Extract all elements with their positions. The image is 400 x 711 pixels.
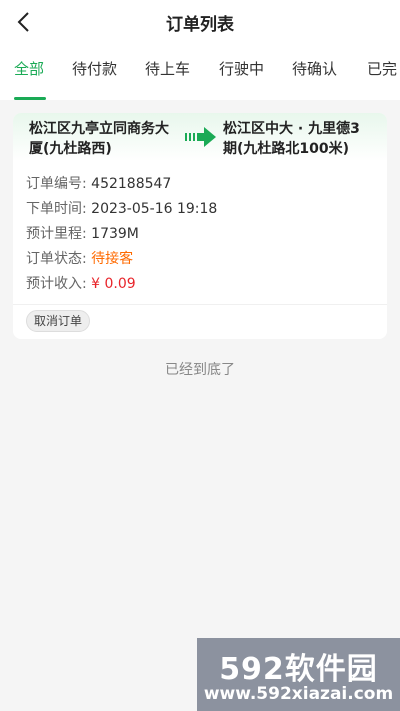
status-row: 订单状态: 待接客 (26, 250, 133, 268)
route-arrow-icon (185, 127, 216, 147)
list-end-text: 已经到底了 (165, 362, 235, 378)
site-watermark: 592软件园 www.592xiazai.com (197, 638, 400, 711)
top-bar: 订单列表 全部 待付款 待上车 行驶中 待确认 已完 (0, 0, 400, 100)
dropoff-location: 松江区中大 · 九里德3期(九杜路北100米) (223, 121, 360, 157)
order-time-value: 2023-05-16 19:18 (91, 201, 218, 217)
watermark-logo: 592软件园 (219, 652, 378, 687)
order-number-label: 订单编号: (26, 176, 87, 192)
distance-value: 1739M (91, 226, 139, 242)
distance-label: 预计里程: (26, 226, 87, 242)
tab-bar: 全部 待付款 待上车 行驶中 待确认 已完 (0, 58, 400, 100)
income-value: ¥ 0.09 (91, 276, 136, 292)
watermark-url: www.592xiazai.com (203, 684, 394, 704)
pickup-location: 松江区九亭立同商务大厦(九杜路西) (29, 121, 169, 157)
tab-in-transit[interactable]: 行驶中 (219, 58, 264, 100)
order-number-value: 452188547 (91, 176, 172, 192)
page-title: 订单列表 (166, 15, 234, 35)
distance-row: 预计里程: 1739M (26, 225, 139, 243)
tab-all[interactable]: 全部 (14, 58, 44, 100)
order-time-row: 下单时间: 2023-05-16 19:18 (26, 200, 217, 218)
route-section: 松江区九亭立同商务大厦(九杜路西) 松江区中大 · 九里德3期(九杜路北100米… (13, 113, 387, 161)
status-value: 待接客 (91, 251, 134, 267)
status-label: 订单状态: (26, 251, 87, 267)
order-card[interactable]: 松江区九亭立同商务大厦(九杜路西) 松江区中大 · 九里德3期(九杜路北100米… (13, 113, 387, 339)
cancel-order-button[interactable]: 取消订单 (26, 310, 91, 332)
card-divider (13, 304, 387, 305)
income-label: 预计收入: (26, 276, 87, 292)
active-tab-indicator (14, 97, 46, 100)
order-time-label: 下单时间: (26, 201, 87, 217)
income-row: 预计收入: ¥ 0.09 (26, 275, 136, 293)
tab-pending-confirm[interactable]: 待确认 (292, 58, 337, 100)
order-number-row: 订单编号: 452188547 (26, 175, 171, 193)
tab-pending-payment[interactable]: 待付款 (72, 58, 117, 100)
tab-completed[interactable]: 已完 (367, 58, 397, 100)
tab-pending-boarding[interactable]: 待上车 (145, 58, 190, 100)
